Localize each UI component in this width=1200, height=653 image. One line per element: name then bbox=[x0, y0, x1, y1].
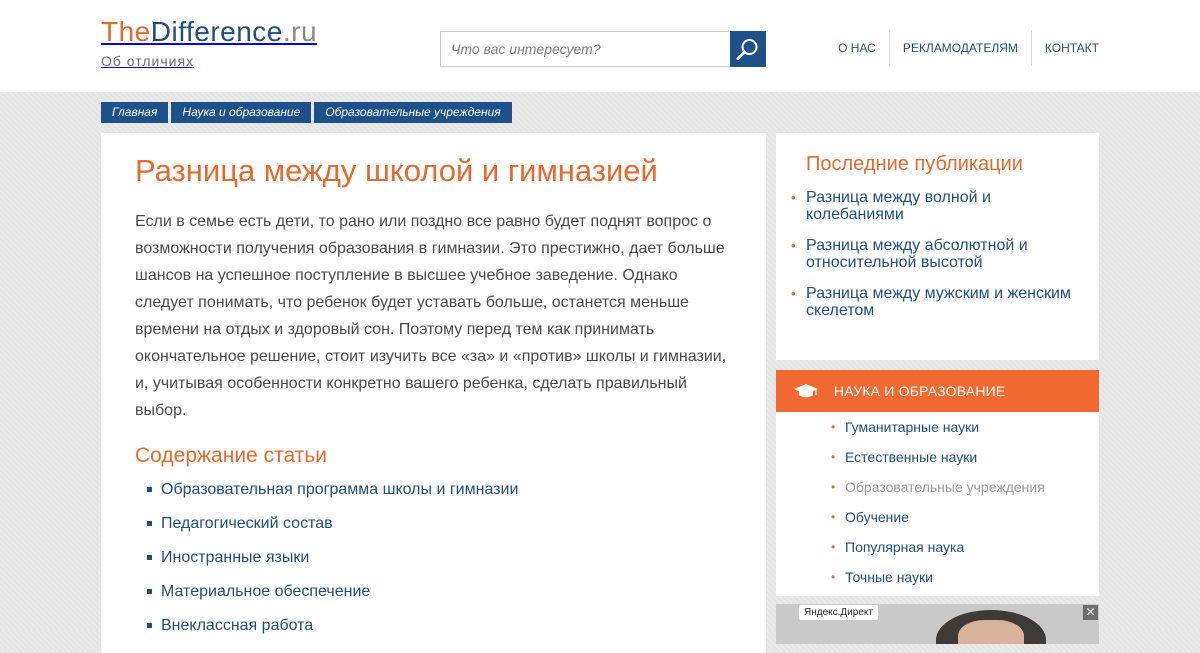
latest-link-altitude[interactable]: Разница между абсолютной и относительной… bbox=[806, 237, 1028, 271]
list-item: Разница между абсолютной и относительной… bbox=[791, 237, 1073, 271]
list-item: Обучение bbox=[831, 502, 1099, 532]
ad-banner[interactable]: Яндекс.Директ ✕ bbox=[776, 604, 1099, 644]
ad-label: Яндекс.Директ bbox=[799, 605, 878, 620]
nav-contact[interactable]: КОНТАКТ bbox=[1030, 30, 1099, 66]
category-popular-science[interactable]: Популярная наука bbox=[845, 539, 964, 555]
search-icon bbox=[736, 39, 758, 60]
list-item: Точные науки bbox=[831, 562, 1099, 592]
breadcrumb: Главная Наука и образование Образователь… bbox=[101, 102, 515, 123]
close-icon[interactable]: ✕ bbox=[1083, 605, 1098, 620]
nav-about[interactable]: О НАС bbox=[825, 30, 889, 66]
site-tagline: Об отличиях bbox=[101, 53, 195, 69]
category-exact-sciences[interactable]: Точные науки bbox=[845, 569, 933, 585]
logo-wordmark: TheDifference.ru bbox=[101, 16, 317, 48]
toc-link-staff[interactable]: Педагогический состав bbox=[161, 515, 333, 532]
latest-link-skeleton[interactable]: Разница между мужским и женским скелетом bbox=[806, 285, 1071, 319]
breadcrumb-science-education[interactable]: Наука и образование bbox=[171, 102, 312, 123]
table-of-contents: Образовательная программа школы и гимназ… bbox=[135, 473, 732, 643]
list-item: Естественные науки bbox=[831, 442, 1099, 472]
list-item: Разница между волной и колебаниями bbox=[791, 189, 1073, 223]
latest-publications-list: Разница между волной и колебаниями Разни… bbox=[791, 189, 1073, 319]
toc-item: Иностранные языки bbox=[135, 541, 732, 575]
toc-item: Внеклассная работа bbox=[135, 609, 732, 643]
search-input[interactable] bbox=[440, 31, 731, 67]
logo-part-difference: Difference bbox=[150, 16, 283, 47]
logo-part-the: The bbox=[101, 16, 151, 47]
site-header: TheDifference.ru Об отличиях О НАС РЕКЛА… bbox=[0, 0, 1200, 92]
search-button[interactable] bbox=[730, 31, 766, 67]
page-title: Разница между школой и гимназией bbox=[135, 153, 658, 188]
breadcrumb-home[interactable]: Главная bbox=[101, 102, 169, 123]
site-logo[interactable]: TheDifference.ru Об отличиях bbox=[101, 16, 317, 69]
category-box: НАУКА И ОБРАЗОВАНИЕ Гуманитарные науки Е… bbox=[776, 370, 1099, 596]
category-list: Гуманитарные науки Естественные науки Об… bbox=[776, 412, 1099, 592]
category-educational-institutions[interactable]: Образовательные учреждения bbox=[845, 479, 1045, 495]
list-item: Образовательные учреждения bbox=[831, 472, 1099, 502]
breadcrumb-educational-institutions[interactable]: Образовательные учреждения bbox=[314, 102, 512, 123]
category-header[interactable]: НАУКА И ОБРАЗОВАНИЕ bbox=[776, 370, 1099, 412]
toc-link-languages[interactable]: Иностранные языки bbox=[161, 549, 309, 566]
article-content: Разница между школой и гимназией Если в … bbox=[101, 133, 766, 653]
ad-image-face bbox=[958, 620, 1024, 644]
latest-link-wave[interactable]: Разница между волной и колебаниями bbox=[806, 189, 991, 223]
toc-item: Педагогический состав bbox=[135, 507, 732, 541]
latest-publications-title: Последние публикации bbox=[806, 153, 1023, 175]
list-item: Популярная наука bbox=[831, 532, 1099, 562]
list-item: Гуманитарные науки bbox=[831, 412, 1099, 442]
category-humanities[interactable]: Гуманитарные науки bbox=[845, 419, 979, 435]
article-intro: Если в семье есть дети, то рано или позд… bbox=[135, 213, 727, 419]
list-item: Разница между мужским и женским скелетом bbox=[791, 285, 1073, 319]
graduation-cap-icon bbox=[794, 384, 818, 398]
latest-publications: Последние публикации Разница между волно… bbox=[776, 133, 1099, 360]
category-learning[interactable]: Обучение bbox=[845, 509, 909, 525]
toc-link-program[interactable]: Образовательная программа школы и гимназ… bbox=[161, 481, 518, 498]
nav-advertisers[interactable]: РЕКЛАМОДАТЕЛЯМ bbox=[888, 30, 1031, 66]
category-natural-sciences[interactable]: Естественные науки bbox=[845, 449, 977, 465]
logo-part-domain: .ru bbox=[282, 16, 318, 47]
toc-link-materials[interactable]: Материальное обеспечение bbox=[161, 583, 370, 600]
top-navigation: О НАС РЕКЛАМОДАТЕЛЯМ КОНТАКТ bbox=[825, 30, 1099, 66]
category-title: НАУКА И ОБРАЗОВАНИЕ bbox=[834, 383, 1006, 399]
toc-item: Материальное обеспечение bbox=[135, 575, 732, 609]
toc-title: Содержание статьи bbox=[135, 444, 327, 467]
toc-link-extracurricular[interactable]: Внеклассная работа bbox=[161, 617, 313, 634]
toc-item: Образовательная программа школы и гимназ… bbox=[135, 473, 732, 507]
search-form bbox=[440, 31, 766, 67]
